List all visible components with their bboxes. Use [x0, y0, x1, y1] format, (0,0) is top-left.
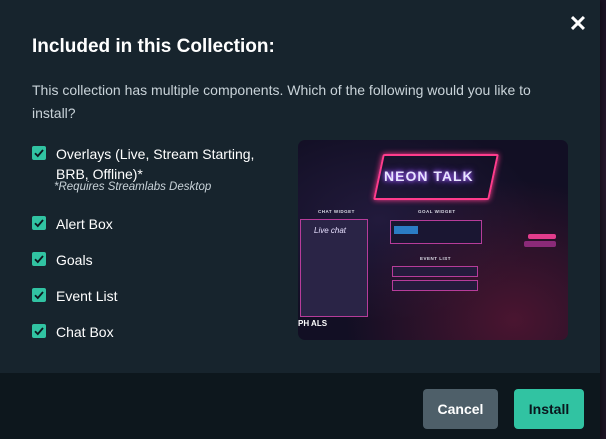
preview-alert-graphic: [524, 234, 556, 247]
dialog-footer: [0, 373, 600, 439]
checkmark-icon: [34, 219, 44, 228]
component-label-alert-box: Alert Box: [56, 216, 113, 232]
preview-brand-mark: PH ALS: [298, 319, 328, 328]
checkbox-goals[interactable]: [32, 252, 46, 266]
preview-event-row: [392, 266, 478, 277]
preview-event-row: [392, 280, 478, 291]
component-overlays[interactable]: Overlays (Live, Stream Starting, BRB, Of…: [32, 144, 284, 184]
checkmark-icon: [34, 255, 44, 264]
preview-event-list-label: EVENT LIST: [420, 256, 452, 261]
collection-preview-image: NEON TALK CHAT WIDGET Live chat GOAL WID…: [298, 140, 568, 340]
close-icon[interactable]: ✕: [568, 13, 588, 35]
component-label-chat-box: Chat Box: [56, 324, 114, 340]
component-label-event-list: Event List: [56, 288, 118, 304]
requirement-note: *Requires Streamlabs Desktop: [54, 181, 212, 193]
checkbox-event-list[interactable]: [32, 288, 46, 302]
checkbox-overlays[interactable]: [32, 146, 46, 160]
preview-chat-widget-label: CHAT WIDGET: [318, 209, 355, 214]
cancel-button[interactable]: Cancel: [423, 389, 498, 429]
preview-theme-title: NEON TALK: [384, 168, 474, 184]
checkbox-alert-box[interactable]: [32, 216, 46, 230]
install-collection-modal: ✕ Included in this Collection: This coll…: [0, 0, 600, 439]
component-chat-box[interactable]: Chat Box: [32, 322, 284, 342]
component-alert-box[interactable]: Alert Box: [32, 214, 284, 234]
checkbox-chat-box[interactable]: [32, 324, 46, 338]
checkmark-icon: [34, 149, 44, 158]
preview-chat-title: Live chat: [314, 226, 347, 235]
preview-goal-widget-label: GOAL WIDGET: [418, 209, 456, 214]
component-event-list[interactable]: Event List: [32, 286, 284, 306]
install-button[interactable]: Install: [514, 389, 584, 429]
checkmark-icon: [34, 327, 44, 336]
checkmark-icon: [34, 291, 44, 300]
preview-goal-fill: [394, 226, 418, 234]
dialog-title: Included in this Collection:: [32, 36, 275, 57]
component-goals[interactable]: Goals: [32, 250, 284, 270]
dialog-description: This collection has multiple components.…: [32, 82, 531, 121]
component-label-goals: Goals: [56, 252, 93, 268]
component-label-overlays: Overlays (Live, Stream Starting, BRB, Of…: [56, 146, 255, 182]
